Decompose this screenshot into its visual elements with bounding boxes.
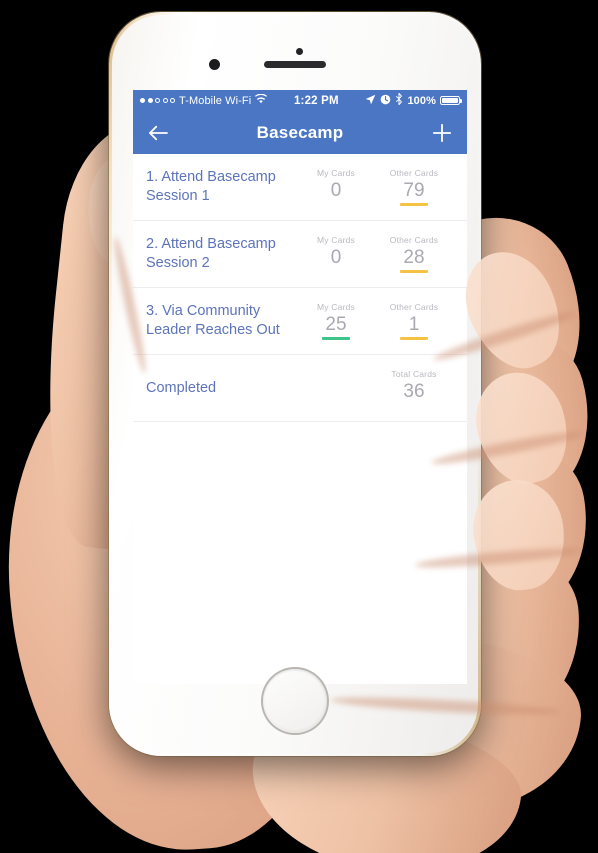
signal-strength-dots [140,98,175,103]
metric-label: Other Cards [389,168,439,178]
signal-dot-5 [170,98,175,103]
row-title: 3. Via Community Leader Reaches Out [146,303,280,338]
metric-value: 28 [403,247,425,268]
battery-percent-label: 100% [407,94,436,107]
bluetooth-icon [395,92,403,108]
phone-screen: T-Mobile Wi-Fi 1:22 PM 100% Basecamp 1. … [133,90,467,684]
list-item[interactable]: 2. Attend Basecamp Session 2 My Cards 0 [133,221,467,288]
iphone-device: T-Mobile Wi-Fi 1:22 PM 100% Basecamp 1. … [109,12,481,756]
metric-label: Other Cards [389,235,439,245]
metric-underline [400,404,428,407]
metric-label: My Cards [317,168,355,178]
metric-value-wrap: 0 [322,248,350,273]
signal-dot-1 [140,98,145,103]
metric-underline [322,337,350,340]
metric-label: My Cards [317,235,355,245]
signal-dot-4 [162,98,168,103]
page-title: Basecamp [256,122,344,142]
metric-other-cards: Other Cards 1 [375,302,453,340]
metric-underline [400,337,428,340]
signal-dot-2 [147,98,153,103]
wifi-icon [255,93,268,107]
metric-my-cards: My Cards 0 [297,235,375,273]
row-metrics: My Cards 0 Other Cards 28 [297,235,453,273]
status-bar-right: 100% [365,92,462,108]
metric-value: 36 [403,381,425,402]
metric-underline [400,203,428,206]
metric-other-cards: Other Cards 79 [375,168,453,206]
stage-list: 1. Attend Basecamp Session 1 My Cards 0 [133,154,467,422]
row-metrics: Total Cards 36 [375,369,453,407]
home-button[interactable] [263,669,327,733]
back-button[interactable] [145,120,171,146]
metric-value-wrap: 79 [400,181,428,206]
status-bar: T-Mobile Wi-Fi 1:22 PM 100% [133,90,467,111]
list-item[interactable]: 1. Attend Basecamp Session 1 My Cards 0 [133,154,467,221]
status-bar-left: T-Mobile Wi-Fi [140,93,268,107]
battery-full-icon [440,95,462,106]
metric-value: 1 [408,314,420,335]
metric-value: 0 [330,247,342,268]
plus-icon [432,123,452,142]
carrier-label: T-Mobile Wi-Fi [179,94,252,107]
metric-label: Total Cards [391,369,437,379]
phone-front-panel: T-Mobile Wi-Fi 1:22 PM 100% Basecamp 1. … [112,15,478,753]
metric-value-wrap: 25 [322,315,350,340]
nav-bar: Basecamp [133,111,467,154]
location-arrow-icon [365,94,376,108]
screenshot-stage: T-Mobile Wi-Fi 1:22 PM 100% Basecamp 1. … [0,0,598,853]
metric-value: 0 [330,180,342,201]
metric-label: Other Cards [389,302,439,312]
earpiece-speaker [264,61,326,68]
row-title: Completed [146,379,217,396]
metric-my-cards: My Cards 25 [297,302,375,340]
proximity-sensor [296,48,303,55]
metric-underline [322,203,350,206]
row-title: 2. Attend Basecamp Session 2 [146,236,276,271]
add-button[interactable] [429,120,455,146]
metric-value: 79 [403,180,425,201]
row-metrics: My Cards 0 Other Cards 79 [297,168,453,206]
metric-underline [400,270,428,273]
status-bar-time: 1:22 PM [293,94,339,107]
metric-label: My Cards [317,302,355,312]
list-item-completed[interactable]: Completed Total Cards 36 [133,355,467,422]
metric-total-cards: Total Cards 36 [375,369,453,407]
alarm-clock-icon [380,94,391,108]
arrow-left-icon [148,125,168,140]
metric-other-cards: Other Cards 28 [375,235,453,273]
row-metrics: My Cards 25 Other Cards 1 [297,302,453,340]
row-title: 1. Attend Basecamp Session 1 [146,169,276,204]
metric-my-cards: My Cards 0 [297,168,375,206]
metric-value-wrap: 1 [400,315,428,340]
metric-value: 25 [325,314,347,335]
front-camera [209,59,220,70]
list-item[interactable]: 3. Via Community Leader Reaches Out My C… [133,288,467,355]
metric-value-wrap: 36 [400,382,428,407]
metric-value-wrap: 0 [322,181,350,206]
metric-value-wrap: 28 [400,248,428,273]
signal-dot-3 [155,98,160,103]
metric-underline [322,270,350,273]
